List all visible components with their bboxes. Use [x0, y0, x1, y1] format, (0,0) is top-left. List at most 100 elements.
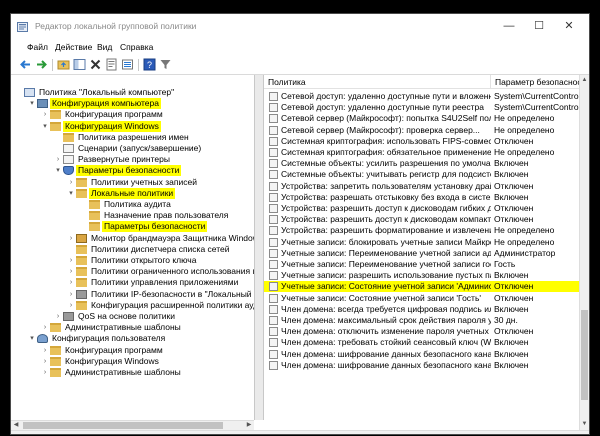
- tree-item[interactable]: › Политики учетных записей: [11, 177, 254, 188]
- tree-item[interactable]: ▾ Конфигурация компьютера: [11, 98, 254, 110]
- table-row[interactable]: Сетевой доступ: удаленно доступные пути …: [264, 102, 579, 113]
- expand-icon[interactable]: ›: [67, 266, 75, 277]
- menu-view[interactable]: Вид: [97, 42, 112, 52]
- expand-icon[interactable]: ›: [67, 289, 75, 300]
- pane-splitter[interactable]: [254, 75, 264, 420]
- folder-icon: [50, 110, 61, 120]
- table-row[interactable]: Устройства: разрешить форматирование и и…: [264, 225, 579, 236]
- table-row[interactable]: Учетные записи: Состояние учетной записи…: [264, 281, 579, 293]
- expand-icon[interactable]: ›: [67, 233, 75, 244]
- tree-item[interactable]: Сценарии (запуск/завершение): [11, 143, 254, 154]
- table-row[interactable]: Системные объекты: учитывать регистр для…: [264, 169, 579, 180]
- table-row[interactable]: Учетные записи: разрешить использование …: [264, 270, 579, 281]
- menu-file[interactable]: Файл: [27, 42, 48, 52]
- collapse-icon[interactable]: ▾: [28, 98, 36, 109]
- properties-icon[interactable]: [105, 58, 118, 71]
- tree-item[interactable]: ▾ Конфигурация пользователя: [11, 333, 254, 344]
- table-row[interactable]: Член домена: шифрование данных безопасно…: [264, 360, 579, 371]
- table-row[interactable]: Учетные записи: Переименование учетной з…: [264, 259, 579, 270]
- expand-icon[interactable]: ›: [67, 277, 75, 288]
- scroll-left-icon[interactable]: ◀: [11, 421, 21, 430]
- tree-item[interactable]: Назначение прав пользователя: [11, 210, 254, 221]
- security-setting-value: Отключен: [494, 214, 534, 225]
- expand-icon[interactable]: ›: [41, 367, 49, 378]
- scroll-thumb[interactable]: [581, 310, 588, 400]
- delete-x-icon[interactable]: [89, 58, 102, 71]
- column-header-security-setting[interactable]: Параметр безопасности: [491, 75, 579, 89]
- tree-item[interactable]: › Административные шаблоны: [11, 367, 254, 378]
- table-row[interactable]: Системная криптография: использовать FIP…: [264, 136, 579, 147]
- table-row[interactable]: Член домена: требовать стойкий сеансовый…: [264, 337, 579, 348]
- list-vertical-scrollbar[interactable]: ▲ ▼: [579, 75, 589, 430]
- tree-item[interactable]: Политика "Локальный компьютер": [11, 87, 254, 98]
- tree-item[interactable]: Политики диспетчера списка сетей: [11, 244, 254, 255]
- expand-icon[interactable]: ›: [41, 356, 49, 367]
- tree-item[interactable]: › Конфигурация Windows: [11, 356, 254, 367]
- menu-action[interactable]: Действие: [55, 42, 92, 52]
- tree-item[interactable]: › Политики управления приложениями: [11, 277, 254, 288]
- table-row[interactable]: Член домена: всегда требуется цифровая п…: [264, 304, 579, 315]
- table-row[interactable]: Учетные записи: Переименование учетной з…: [264, 248, 579, 259]
- table-row[interactable]: Член домена: отключить изменение пароля …: [264, 326, 579, 337]
- filter-icon[interactable]: [159, 58, 172, 71]
- tree-item[interactable]: › Политики IP-безопасности в "Локальный к…: [11, 289, 254, 300]
- back-arrow-icon[interactable]: [19, 58, 32, 71]
- table-row[interactable]: Устройства: разрешить доступ к дисковода…: [264, 203, 579, 214]
- table-row[interactable]: Системная криптография: обязательное при…: [264, 147, 579, 158]
- show-hide-tree-icon[interactable]: [73, 58, 86, 71]
- scroll-thumb[interactable]: [23, 422, 223, 429]
- expand-icon[interactable]: ›: [41, 345, 49, 356]
- forward-arrow-icon[interactable]: [35, 58, 48, 71]
- tree-horizontal-scrollbar[interactable]: ◀ ▶: [11, 420, 254, 430]
- help-icon[interactable]: ?: [143, 58, 156, 71]
- tree-item[interactable]: › Политики ограниченного использования пр…: [11, 266, 254, 277]
- collapse-icon[interactable]: ▾: [41, 121, 49, 132]
- up-folder-icon[interactable]: [57, 58, 70, 71]
- export-list-icon[interactable]: [121, 58, 134, 71]
- table-row[interactable]: Устройства: запретить пользователям уста…: [264, 181, 579, 192]
- expand-icon[interactable]: ›: [67, 300, 75, 311]
- tree-item-label: Конфигурация программ: [65, 109, 163, 120]
- tree-item[interactable]: › Конфигурация программ: [11, 345, 254, 356]
- tree-item[interactable]: ▾ Конфигурация Windows: [11, 120, 254, 132]
- expand-icon[interactable]: ›: [54, 311, 62, 322]
- close-button[interactable]: ✕: [549, 14, 589, 38]
- tree-item[interactable]: Политика аудита: [11, 199, 254, 210]
- policy-setting-icon: [269, 125, 278, 135]
- scroll-up-icon[interactable]: ▲: [580, 75, 589, 85]
- tree-item[interactable]: › Конфигурация расширенной политики аудит…: [11, 300, 254, 311]
- table-row[interactable]: Сетевой доступ: удаленно доступные пути …: [264, 91, 579, 102]
- table-row[interactable]: Устройства: разрешать отстыковку без вхо…: [264, 192, 579, 203]
- tree-item[interactable]: ▾ Локальные политики: [11, 187, 254, 199]
- collapse-icon[interactable]: ▾: [28, 333, 36, 344]
- expand-icon[interactable]: ›: [67, 255, 75, 266]
- table-row[interactable]: Устройства: разрешить доступ к дисковода…: [264, 214, 579, 225]
- tree-item[interactable]: Политика разрешения имен: [11, 132, 254, 143]
- tree-item[interactable]: Параметры безопасности: [11, 221, 254, 233]
- table-row[interactable]: Сетевой сервер (Майкрософт): попытка S4U…: [264, 113, 579, 124]
- expand-icon[interactable]: ›: [67, 177, 75, 188]
- table-row[interactable]: Учетные записи: блокировать учетные запи…: [264, 237, 579, 248]
- expand-icon[interactable]: ›: [54, 154, 62, 165]
- table-row[interactable]: Учетные записи: Состояние учетной записи…: [264, 293, 579, 304]
- expand-icon[interactable]: ›: [41, 322, 49, 333]
- tree-item[interactable]: › QoS на основе политики: [11, 311, 254, 322]
- policy-name: Сетевой доступ: удаленно доступные пути …: [281, 102, 484, 113]
- tree-item[interactable]: › Развернутые принтеры: [11, 154, 254, 165]
- table-row[interactable]: Сетевой сервер (Майкрософт): проверка се…: [264, 125, 579, 136]
- tree-item[interactable]: › Административные шаблоны: [11, 322, 254, 333]
- menu-help[interactable]: Справка: [120, 42, 153, 52]
- column-header-policy[interactable]: Политика: [264, 75, 491, 89]
- table-row[interactable]: Член домена: шифрование данных безопасно…: [264, 349, 579, 360]
- tree-item[interactable]: › Политики открытого ключа: [11, 255, 254, 266]
- table-row[interactable]: Системные объекты: усилить разрешения по…: [264, 158, 579, 169]
- collapse-icon[interactable]: ▾: [67, 188, 75, 199]
- collapse-icon[interactable]: ▾: [54, 165, 62, 176]
- tree-item[interactable]: › Монитор брандмауэра Защитника Windows в…: [11, 233, 254, 244]
- table-row[interactable]: Член домена: максимальный срок действия …: [264, 315, 579, 326]
- tree-item[interactable]: › Конфигурация программ: [11, 109, 254, 120]
- expand-icon[interactable]: ›: [41, 109, 49, 120]
- tree-item[interactable]: ▾ Параметры безопасности: [11, 165, 254, 177]
- scroll-right-icon[interactable]: ▶: [244, 421, 254, 430]
- scroll-down-icon[interactable]: ▼: [580, 419, 589, 429]
